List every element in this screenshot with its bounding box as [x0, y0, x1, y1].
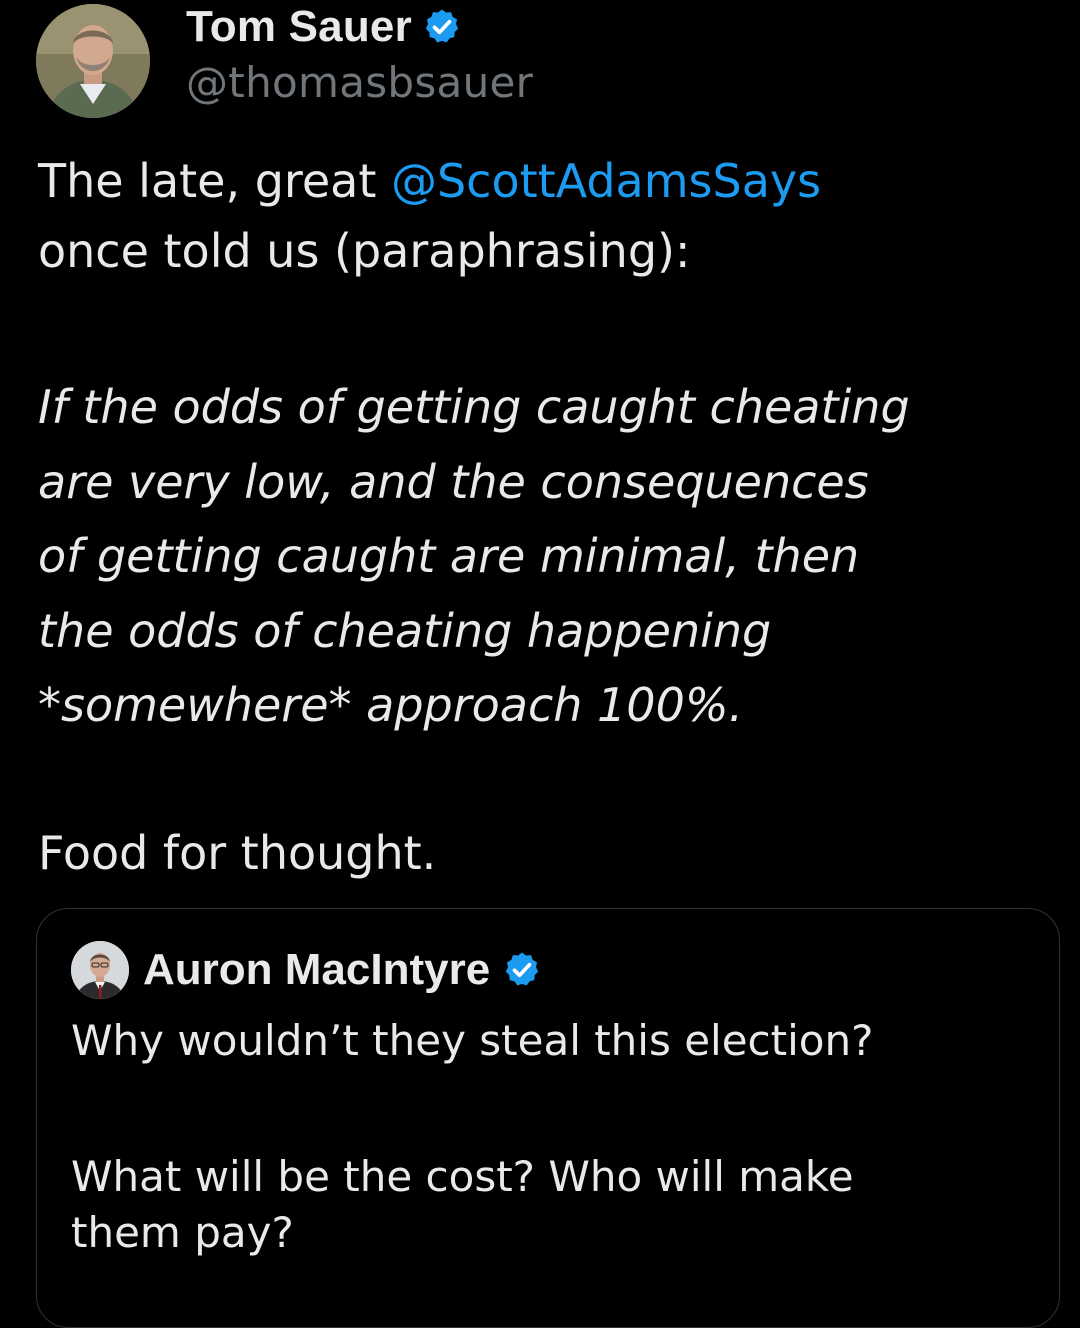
- author-handle[interactable]: @thomasbsauer: [186, 58, 533, 107]
- tweet-closing: Food for thought.: [38, 826, 437, 880]
- tweet-quote: If the odds of getting caught cheating ar…: [38, 370, 1058, 743]
- tweet-intro: The late, great @ScottAdamsSays once told…: [38, 146, 1048, 286]
- author-name-row: Tom Sauer: [186, 2, 462, 52]
- mention-link[interactable]: @ScottAdamsSays: [391, 154, 821, 208]
- author-name[interactable]: Tom Sauer: [186, 2, 412, 52]
- quote-line: If the odds of getting caught cheating: [38, 380, 910, 434]
- verified-badge-icon: [422, 7, 462, 47]
- quoted-author-avatar[interactable]: [71, 941, 129, 999]
- quote-line: the odds of cheating happening: [38, 603, 772, 658]
- quoted-author-row: Auron MacIntyre: [143, 941, 542, 999]
- quoted-tweet-text: Why wouldn’t they steal this election?: [71, 1016, 874, 1065]
- quoted-text-line: them pay?: [71, 1208, 294, 1257]
- quoted-tweet-card[interactable]: Auron MacIntyre Why wouldn’t they steal …: [36, 908, 1060, 1328]
- author-avatar[interactable]: [36, 4, 150, 118]
- quote-line: *somewhere* approach 100%.: [38, 678, 744, 732]
- quote-line: of getting caught are minimal, then: [38, 529, 860, 583]
- tweet: Tom Sauer @thomasbsauer The late, great …: [0, 0, 1080, 1328]
- intro-suffix: once told us (paraphrasing):: [38, 224, 691, 278]
- verified-badge-icon: [502, 950, 542, 990]
- intro-prefix: The late, great: [38, 154, 391, 208]
- quote-line: are very low, and the consequences: [38, 454, 869, 509]
- quoted-text-line: What will be the cost? Who will make: [71, 1152, 854, 1201]
- quoted-author-name[interactable]: Auron MacIntyre: [143, 945, 490, 995]
- quoted-tweet-text-2: What will be the cost? Who will make them…: [71, 1149, 1021, 1261]
